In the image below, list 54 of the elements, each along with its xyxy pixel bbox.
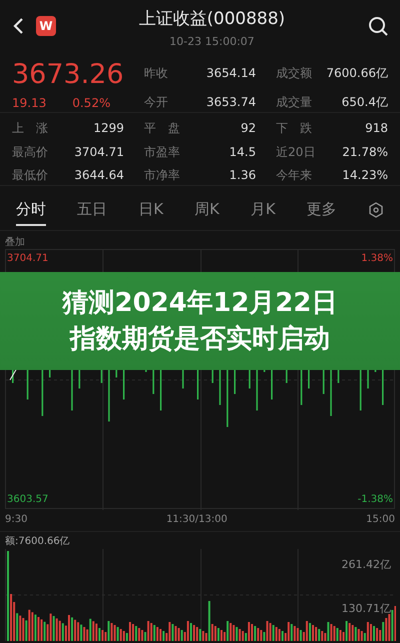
stat-label: 今开: [144, 94, 168, 111]
axis-label: -1.38%: [358, 493, 393, 507]
chart-tab[interactable]: 分时: [16, 194, 46, 226]
stock-price: 3673.26: [12, 60, 125, 90]
axis-label: 3603.57: [7, 493, 48, 507]
stat-value: 14.23%: [342, 167, 388, 184]
time-label: 9:30: [5, 513, 28, 527]
back-icon[interactable]: [12, 17, 24, 35]
chart-tab[interactable]: 日K: [138, 194, 164, 226]
stat-label: 市净率: [144, 167, 180, 184]
update-time: 10-23 15:00:07: [170, 34, 254, 50]
stat-value: 92: [240, 120, 256, 137]
stat-value: 14.5: [229, 144, 256, 161]
stat-label: 最高价: [12, 144, 48, 161]
headline-text: 指数期货是否实时启动: [70, 323, 330, 356]
settings-icon[interactable]: [368, 202, 384, 218]
stat-label: 成交量: [276, 94, 312, 111]
time-label: 15:00: [366, 513, 395, 527]
headline-text: 猜测2024年12月22日: [62, 287, 338, 320]
chart-tab[interactable]: 五日: [77, 194, 108, 226]
stat-value: 1.36: [229, 167, 256, 184]
stat-label: 平 盘: [144, 120, 180, 137]
stock-title: 上证收益(000888): [138, 8, 286, 30]
stat-value: 7600.66亿: [326, 65, 388, 82]
price-change: 19.13: [12, 95, 46, 112]
stat-value: 3654.14: [206, 65, 256, 82]
app-logo[interactable]: W: [36, 16, 56, 36]
stat-value: 650.4亿: [342, 94, 388, 111]
stat-label: 下 跌: [276, 120, 312, 137]
chart-tab[interactable]: 周K: [194, 194, 220, 226]
stat-label: 今年来: [276, 167, 312, 184]
chart-tab[interactable]: 更多: [306, 194, 337, 226]
stat-value: 1299: [93, 120, 124, 137]
stat-value: 3704.71: [74, 144, 124, 161]
stat-label: 成交额: [276, 65, 312, 82]
stat-label: 最低价: [12, 167, 48, 184]
search-icon[interactable]: [368, 16, 388, 36]
time-label: 11:30/13:00: [166, 513, 228, 527]
axis-label: 1.38%: [361, 252, 393, 266]
stat-value: 3644.64: [74, 167, 124, 184]
axis-label: 3704.71: [7, 252, 48, 266]
chart-tab[interactable]: 月K: [250, 194, 276, 226]
volume-label: 额:7600.66亿: [5, 534, 71, 549]
stat-value: 21.78%: [342, 144, 388, 161]
stat-label: 上 涨: [12, 120, 48, 137]
stat-value: 918: [365, 120, 388, 137]
stat-label: 市盈率: [144, 144, 180, 161]
axis-label: 261.42亿: [342, 557, 391, 573]
axis-label: 130.71亿: [342, 601, 391, 617]
overlay-label: 叠加: [5, 236, 26, 249]
stat-label: 近20日: [276, 144, 316, 161]
stat-label: 昨收: [144, 65, 168, 82]
stat-value: 3653.74: [206, 94, 256, 111]
percent-change: 0.52%: [72, 95, 110, 112]
